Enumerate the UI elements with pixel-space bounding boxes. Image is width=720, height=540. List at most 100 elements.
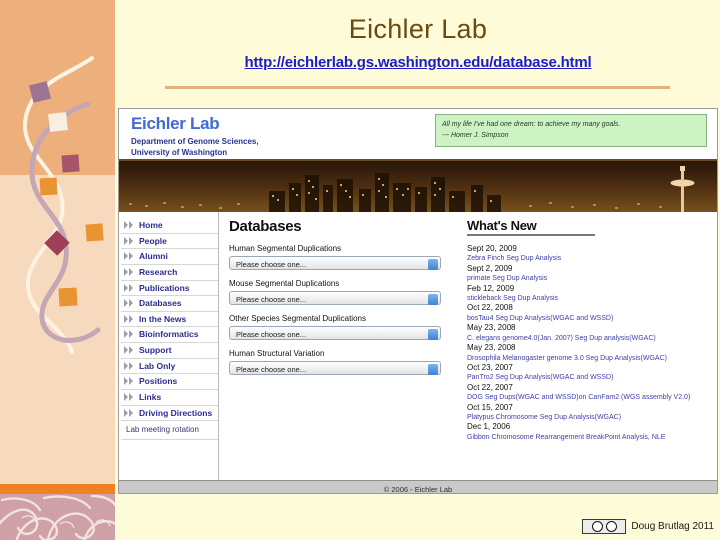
entry-description[interactable]: primate Seg Dup Analysis (467, 274, 711, 283)
double-chevron-icon (124, 236, 133, 245)
sidebar-paisley-pattern (0, 494, 115, 540)
whats-new-entry: May 23, 2008 C. elegans genome4.0(Jan. 2… (467, 323, 711, 343)
nav-item-alumni[interactable]: Alumni (121, 249, 218, 265)
nav-item-support[interactable]: Support (121, 343, 218, 359)
entry-description[interactable]: DOG Seg Dups(WGAC and WSSD)on CanFam2 (W… (467, 393, 711, 402)
databases-section: Databases Human Segmental Duplications P… (219, 218, 459, 480)
database-select-value: Please choose one... (236, 294, 307, 304)
nav-label: Alumni (139, 251, 168, 262)
nav-item-positions[interactable]: Positions (121, 374, 218, 390)
entry-date: Sept 20, 2009 (467, 244, 517, 253)
whats-new-entry: May 23, 2008 Drosophila Melanogaster gen… (467, 343, 711, 363)
whats-new-entry: Dec 1, 2006 Gibbon Chromosome Rearrangem… (467, 422, 711, 442)
database-label: Mouse Segmental Duplications (229, 279, 340, 288)
entry-date: Oct 22, 2008 (467, 303, 513, 313)
nav-label: Support (139, 345, 172, 355)
entry-description[interactable]: Platypus Chromosome Seg Dup Analysis(WGA… (467, 413, 711, 422)
whats-new-entry: Oct 23, 2007 PanTro2 Seg Dup Analysis(WG… (467, 363, 711, 383)
database-select[interactable]: Please choose one... (229, 361, 441, 375)
whats-new-entry: Sept 20, 2009 Zebra Finch Seg Dup Analys… (467, 244, 711, 264)
entry-date: Dec 1, 2006 (467, 422, 511, 432)
database-group-human-segdup: Human Segmental Duplications Please choo… (229, 244, 459, 270)
database-group-human-structural-variation: Human Structural Variation Please choose… (229, 349, 459, 375)
entry-date: Oct 23, 2007 (467, 362, 513, 372)
sidebar-wave-decoration (22, 56, 104, 354)
nav-item-lab-only[interactable]: Lab Only (121, 359, 218, 375)
double-chevron-icon (124, 314, 133, 323)
nav-item-driving-directions[interactable]: Driving Directions (121, 406, 218, 422)
nav-item-home[interactable]: Home (121, 218, 218, 234)
site-body: Home People Alumni Research Publications… (119, 212, 717, 480)
databases-heading: Databases (229, 218, 302, 235)
entry-description[interactable]: C. elegans genome4.0(Jan. 2007) Seg Dup … (467, 334, 711, 343)
nav-item-publications[interactable]: Publications (121, 281, 218, 297)
nav-item-research[interactable]: Research (121, 265, 218, 281)
database-label: Other Species Segmental Duplications (229, 314, 366, 323)
whats-new-entry: Oct 22, 2008 bosTau4 Seg Dup Analysis(WG… (467, 303, 711, 323)
database-select-value: Please choose one... (236, 364, 307, 374)
skyline-svg (119, 161, 717, 212)
quote-text: All my life I've had one dream: to achie… (442, 121, 621, 128)
double-chevron-icon (124, 346, 133, 354)
entry-description[interactable]: stickleback Seg Dup Analysis (467, 294, 711, 303)
nav-item-databases[interactable]: Databases (121, 296, 218, 312)
nav-item-lab-meeting-rotation[interactable]: Lab meeting rotation (121, 421, 218, 440)
double-chevron-icon (124, 252, 133, 261)
database-select[interactable]: Please choose one... (229, 326, 441, 340)
database-select[interactable]: Please choose one... (229, 256, 441, 270)
whats-new-entry: Feb 12, 2009 stickleback Seg Dup Analysi… (467, 284, 711, 304)
nav-item-in-the-news[interactable]: In the News (121, 312, 218, 328)
double-chevron-icon (124, 221, 133, 229)
paisley-svg (0, 494, 115, 540)
entry-description[interactable]: Zebra Finch Seg Dup Analysis (467, 254, 711, 263)
title-divider (165, 86, 670, 89)
nav-label: Databases (139, 298, 182, 309)
whats-new-entry: Oct 15, 2007 Platypus Chromosome Seg Dup… (467, 403, 711, 423)
site-footer: © 2006 - Eichler Lab (119, 480, 717, 493)
database-group-mouse-segdup: Mouse Segmental Duplications Please choo… (229, 279, 459, 305)
site-main-content: Databases Human Segmental Duplications P… (219, 212, 717, 480)
nav-label: Bioinformatics (139, 329, 199, 340)
entry-description[interactable]: bosTau4 Seg Dup Analysis(WGAC and WSSD) (467, 314, 711, 323)
nav-label: Publications (139, 282, 190, 293)
entry-description[interactable]: Gibbon Chromosome Rearrangement BreakPoi… (467, 433, 711, 442)
double-chevron-icon (124, 299, 133, 308)
skyline-banner-image (119, 161, 717, 212)
double-chevron-icon (124, 361, 133, 370)
nav-label: Research (139, 266, 178, 277)
creative-commons-badge-icon (582, 519, 627, 534)
whats-new-entry: Oct 22, 2007 DOG Seg Dups(WGAC and WSSD)… (467, 383, 711, 403)
double-chevron-icon (124, 408, 133, 417)
database-select-value: Please choose one... (236, 259, 307, 269)
nav-label: Lab Only (139, 360, 176, 371)
credit-block: Doug Brutlag 2011 (582, 519, 714, 534)
nav-item-people[interactable]: People (121, 234, 218, 250)
cc-person-icon (605, 521, 617, 532)
whats-new-heading: What's New (467, 218, 595, 236)
decorative-sidebar (0, 0, 115, 540)
entry-date: Oct 15, 2007 (467, 402, 513, 412)
nav-label: Home (139, 220, 163, 230)
whats-new-section: What's New Sept 20, 2009 Zebra Finch Seg… (459, 218, 717, 480)
nav-item-links[interactable]: Links (121, 390, 218, 406)
double-chevron-icon (124, 283, 133, 292)
sidebar-orange-bar (0, 484, 115, 494)
nav-label: Positions (139, 376, 178, 387)
credit-text: Doug Brutlag 2011 (631, 521, 714, 532)
nav-label: People (139, 235, 167, 246)
database-select[interactable]: Please choose one... (229, 291, 441, 305)
url-link[interactable]: http://eichlerlab.gs.washington.edu/data… (118, 54, 718, 71)
cc-circle-icon (591, 521, 603, 532)
select-updown-arrows-icon (428, 328, 438, 340)
department-line-2: University of Washington (131, 147, 228, 157)
entry-date: Oct 22, 2007 (467, 382, 513, 392)
entry-description[interactable]: PanTro2 Seg Dup Analysis(WGAC and WSSD) (467, 373, 711, 382)
site-navigation: Home People Alumni Research Publications… (119, 212, 219, 480)
double-chevron-icon (124, 330, 133, 339)
double-chevron-icon (124, 377, 133, 386)
double-chevron-icon (124, 392, 133, 401)
nav-label: In the News (139, 313, 187, 324)
entry-description[interactable]: Drosophila Melanogaster genome 3.0 Seg D… (467, 354, 711, 363)
nav-item-bioinformatics[interactable]: Bioinformatics (121, 327, 218, 343)
whats-new-entry: Sept 2, 2009 primate Seg Dup Analysis (467, 264, 711, 284)
